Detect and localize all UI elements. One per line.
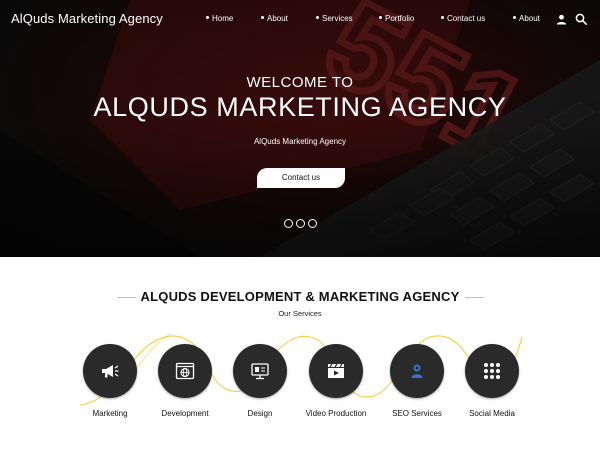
nav-label: About [267, 14, 288, 23]
nav-item-home[interactable]: Home [206, 14, 233, 23]
service-circle [309, 344, 363, 398]
seo-person-icon [411, 364, 423, 378]
social-grid-icon [484, 363, 500, 379]
nav-item-about[interactable]: About [261, 14, 288, 23]
bullet-icon [441, 16, 444, 20]
slide-dot-2[interactable] [296, 219, 305, 228]
nav-item-about-2[interactable]: About [513, 14, 540, 23]
slide-dot-3[interactable] [308, 219, 317, 228]
nav-label: Services [322, 14, 353, 23]
hero-section: 551 AlQuds Marketing Agency [0, 0, 600, 257]
bullet-icon [316, 16, 319, 20]
contact-us-button[interactable]: Contact us [257, 168, 345, 188]
hero-title: ALQUDS MARKETING AGENCY [93, 92, 507, 122]
user-icon[interactable] [556, 14, 567, 25]
web-browser-icon [175, 362, 195, 380]
bullet-icon [261, 16, 264, 20]
bullet-icon [206, 16, 209, 20]
services-title-block: ALQUDS DEVELOPMENT & MARKETING AGENCY [0, 289, 600, 305]
nav-label: Home [212, 14, 234, 23]
hero-welcome: WELCOME TO [246, 74, 354, 91]
nav-item-contact[interactable]: Contact us [441, 14, 485, 23]
nav-label: Portfolio [385, 14, 415, 23]
megaphone-icon [102, 365, 119, 378]
services-subtitle: Our Services [278, 309, 322, 318]
service-label: Social Media [469, 409, 515, 418]
search-icon[interactable] [575, 13, 587, 25]
nav-item-portfolio[interactable]: Portfolio [379, 14, 414, 23]
service-video-production[interactable]: Video Production [296, 344, 376, 424]
bullet-icon [513, 16, 516, 20]
service-circle [390, 344, 444, 398]
service-circle [233, 344, 287, 398]
nav-label: About [519, 14, 540, 23]
bullet-icon [379, 16, 382, 20]
services-title: ALQUDS DEVELOPMENT & MARKETING AGENCY [140, 289, 460, 304]
service-social-media[interactable]: Social Media [452, 344, 532, 424]
design-monitor-icon [251, 363, 269, 380]
hero-subtitle: AlQuds Marketing Agency [253, 137, 347, 146]
nav-item-services[interactable]: Services [316, 14, 353, 23]
service-circle [158, 344, 212, 398]
clapperboard-icon [328, 363, 344, 378]
service-circle [83, 344, 137, 398]
slide-dot-1[interactable] [284, 219, 293, 228]
brand-logo-text[interactable]: AlQuds Marketing Agency [11, 11, 163, 26]
service-circle [465, 344, 519, 398]
title-accent-line-right [465, 297, 484, 298]
nav-label: Contact us [447, 14, 486, 23]
page: 551 AlQuds Marketing Agency [0, 0, 600, 450]
